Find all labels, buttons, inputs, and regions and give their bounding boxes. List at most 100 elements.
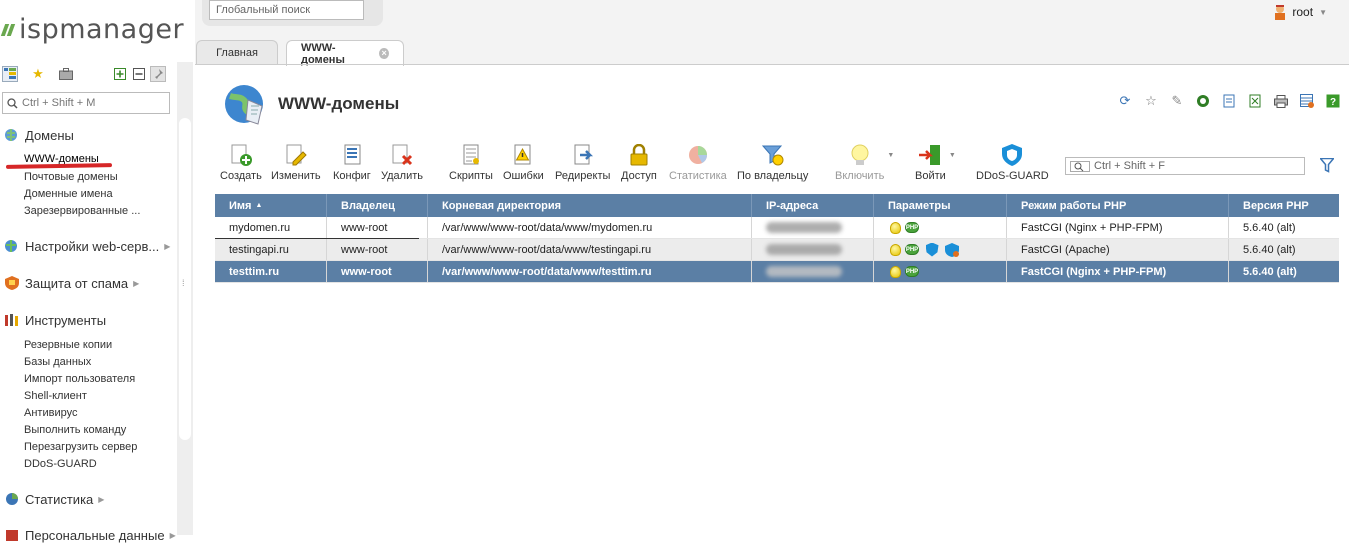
favorites-star-icon[interactable]: ★ — [30, 66, 46, 82]
tab-label: WWW-домены — [301, 41, 345, 66]
sidebar: ispmanager ★ Домены WWW-домены Почтовые … — [0, 0, 195, 543]
menu-group-label: Защита от спама — [25, 275, 129, 291]
menu-group-webserver[interactable]: Настройки web-серв... ▶ — [0, 238, 170, 254]
column-header-php-version[interactable]: Версия PHP — [1229, 194, 1339, 217]
menu-group-personal[interactable]: Персональные данные ▶ — [0, 527, 176, 543]
menu-group-label: Инструменты — [25, 312, 107, 328]
statistics-button[interactable]: Статистика — [669, 143, 727, 183]
sidebar-scroll-thumb[interactable] — [179, 118, 191, 440]
cell-php-version: 5.6.40 (alt) — [1243, 243, 1296, 256]
cell-name: testtim.ru — [215, 261, 327, 282]
menu-item-domain-names[interactable]: Доменные имена — [24, 188, 113, 200]
briefcase-icon[interactable] — [58, 66, 74, 82]
filter-funnel-icon[interactable] — [1318, 157, 1336, 176]
menu-item-reboot[interactable]: Перезагрузить сервер — [24, 441, 137, 453]
pin-icon[interactable] — [150, 66, 166, 82]
php-icon: PHP — [904, 221, 920, 235]
access-button[interactable]: Доступ — [621, 143, 657, 183]
copy-icon[interactable] — [1221, 93, 1237, 109]
tab-home[interactable]: Главная — [196, 40, 278, 65]
menu-item-mail-domains[interactable]: Почтовые домены — [24, 171, 118, 183]
expand-arrow-icon: ▶ — [98, 494, 105, 504]
lightbulb-icon — [888, 243, 902, 257]
user-avatar-icon — [1273, 4, 1287, 20]
favorite-star-icon[interactable]: ☆ — [1143, 93, 1159, 109]
menu-group-statistics[interactable]: Статистика ▶ — [0, 491, 104, 507]
edit-button[interactable]: Изменить — [271, 143, 321, 183]
close-tab-icon[interactable]: × — [379, 48, 389, 59]
chevron-down-icon: ▼ — [948, 152, 956, 159]
scripts-button[interactable]: Скрипты — [449, 143, 493, 183]
menu-search-input[interactable] — [22, 97, 162, 109]
table-row-selected[interactable]: testtim.ru www-root /var/www/www-root/da… — [215, 261, 1339, 283]
svg-text:?: ? — [1330, 97, 1336, 108]
menu-search[interactable] — [2, 92, 170, 114]
filter-by-owner-button[interactable]: По владельцу — [737, 143, 808, 183]
login-door-icon — [918, 143, 942, 167]
personal-data-icon — [3, 527, 21, 543]
ispmanager-logo[interactable]: ispmanager — [0, 14, 184, 45]
toolbar-label: Изменить — [271, 170, 321, 182]
php-icon: PHP — [904, 265, 920, 279]
cell-owner: www-root — [327, 239, 428, 260]
menu-group-domains[interactable]: Домены — [0, 127, 74, 143]
cell-name: testingapi.ru — [215, 239, 327, 260]
table-row[interactable]: mydomen.ru www-root /var/www/www-root/da… — [215, 217, 1339, 239]
print-icon[interactable] — [1273, 93, 1289, 109]
menu-group-tools[interactable]: Инструменты — [0, 312, 106, 328]
web-settings-icon[interactable] — [1195, 93, 1211, 109]
menu-item-backups[interactable]: Резервные копии — [24, 339, 112, 351]
cell-root-dir: /var/www/www-root/data/www/testingapi.ru — [428, 239, 752, 260]
enable-button[interactable]: Включить ▼ — [835, 143, 894, 183]
ddos-shield-icon — [925, 242, 939, 257]
tools-icon — [3, 312, 21, 328]
menu-item-shell[interactable]: Shell-клиент — [24, 390, 87, 402]
page-actions: ⟳ ☆ ✎ ? — [1107, 93, 1341, 109]
domains-table: Имя ▲ Владелец Корневая директория IP-адр… — [215, 194, 1339, 283]
column-header-owner[interactable]: Владелец — [327, 194, 428, 217]
page-title: WWW-домены — [278, 94, 400, 113]
ddos-guard-button[interactable]: DDoS-GUARD — [976, 143, 1049, 183]
table-settings-icon[interactable] — [1299, 93, 1315, 109]
table-row[interactable]: testingapi.ru www-root /var/www/www-root… — [215, 239, 1339, 261]
sidebar-resize-handle[interactable]: ⁞ — [182, 278, 185, 288]
create-button[interactable]: Создать — [220, 143, 262, 183]
collapse-all-icon[interactable] — [131, 66, 147, 82]
menu-group-spam[interactable]: Защита от спама ▶ — [0, 275, 139, 291]
refresh-icon[interactable]: ⟳ — [1117, 93, 1133, 109]
tab-www-domains[interactable]: WWW-домены × — [286, 40, 404, 66]
pin-icon[interactable]: ✎ — [1169, 93, 1185, 109]
expand-all-icon[interactable] — [112, 66, 128, 82]
column-header-php-mode[interactable]: Режим работы PHP — [1007, 194, 1229, 217]
column-header-params[interactable]: Параметры — [874, 194, 1007, 217]
redirects-button[interactable]: Редиректы — [555, 143, 610, 183]
table-filter-input[interactable]: Ctrl + Shift + F — [1065, 157, 1305, 175]
toolbar-label: DDoS-GUARD — [976, 170, 1049, 182]
lightbulb-icon — [848, 143, 872, 167]
delete-button[interactable]: Удалить — [381, 143, 423, 183]
global-search-input[interactable]: Глобальный поиск — [209, 0, 364, 20]
menu-group-label: Настройки web-серв... — [25, 238, 160, 254]
cell-ip — [752, 217, 874, 238]
errors-icon — [511, 143, 535, 167]
menu-item-run-command[interactable]: Выполнить команду — [24, 424, 126, 436]
expand-arrow-icon: ▶ — [169, 530, 176, 540]
menu-item-ddos-guard[interactable]: DDoS-GUARD — [24, 458, 97, 470]
sort-asc-icon: ▲ — [255, 202, 263, 209]
column-header-name[interactable]: Имя ▲ — [215, 194, 327, 217]
menu-item-antivirus[interactable]: Антивирус — [24, 407, 77, 419]
login-button[interactable]: Войти ▼ — [915, 143, 956, 183]
config-button[interactable]: Конфиг — [333, 143, 371, 183]
menu-item-import-user[interactable]: Импорт пользователя — [24, 373, 135, 385]
cell-params: PHP — [874, 217, 1007, 238]
errors-button[interactable]: Ошибки — [503, 143, 544, 183]
column-header-ip[interactable]: IP-адреса — [752, 194, 874, 217]
cell-name: mydomen.ru — [215, 217, 327, 238]
column-header-root-dir[interactable]: Корневая директория — [428, 194, 752, 217]
excel-icon[interactable] — [1247, 93, 1263, 109]
menu-item-reserved[interactable]: Зарезервированные ... — [24, 205, 140, 217]
help-icon[interactable]: ? — [1325, 93, 1341, 109]
menu-item-databases[interactable]: Базы данных — [24, 356, 91, 368]
user-menu[interactable]: root ▼ — [1273, 4, 1327, 20]
tree-view-icon[interactable] — [2, 66, 18, 82]
